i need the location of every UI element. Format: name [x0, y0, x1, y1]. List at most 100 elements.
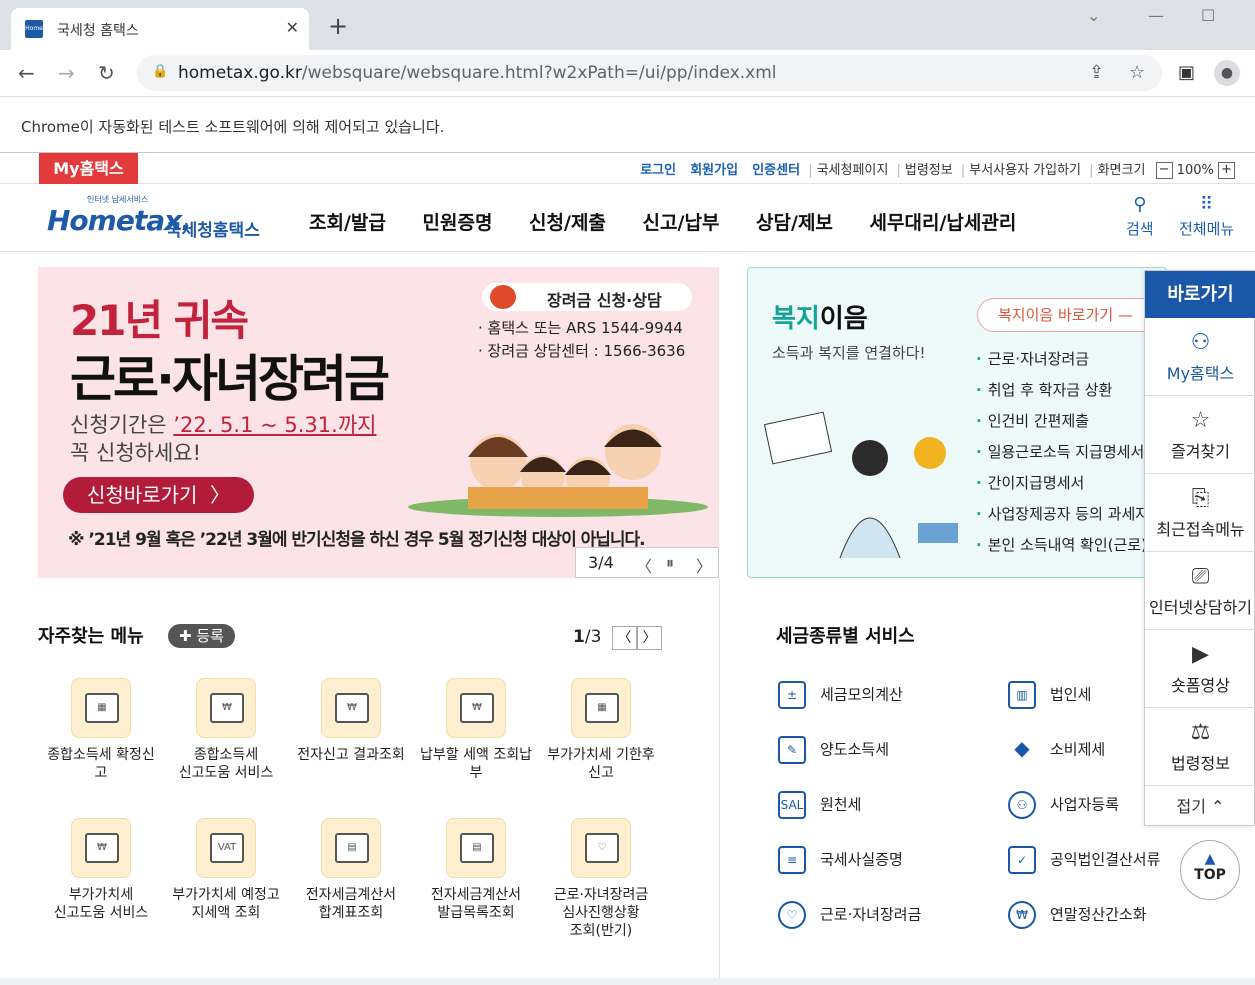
- quick-law[interactable]: ⚖ 법령정보: [1145, 708, 1255, 786]
- fold-button[interactable]: 접기 ⌃: [1145, 787, 1255, 827]
- new-tab-icon[interactable]: +: [328, 14, 348, 38]
- building-icon: ▥: [1008, 681, 1036, 709]
- gavel-icon: ⚖: [1190, 720, 1211, 745]
- hero-line2: 근로·자녀장려금: [70, 350, 390, 408]
- quick-favorites[interactable]: ☆ 즐겨찾기: [1145, 396, 1255, 474]
- quick-recent[interactable]: ⎘ 최근접속메뉴: [1145, 474, 1255, 552]
- tax-item-certificate[interactable]: ≡ 국세사실증명: [778, 846, 903, 874]
- gnb-item-report[interactable]: 신고/납부: [643, 212, 720, 234]
- quick-consult[interactable]: ⎚ 인터넷상담하기: [1145, 552, 1255, 630]
- welfare-item[interactable]: 본인 소득내역 확인(근로): [976, 534, 1163, 565]
- search-button[interactable]: ⚲ 검색: [1126, 194, 1154, 239]
- gnb-item-inquiry[interactable]: 조회/발급: [309, 212, 386, 234]
- lock-icon: 🔒: [152, 64, 169, 79]
- hero-carousel-controls: 3/4 〈 ⏸ 〉: [575, 547, 719, 578]
- gnb-item-agent[interactable]: 세무대리/납세관리: [870, 212, 1017, 234]
- favorite-prev-button[interactable]: 〈: [612, 626, 637, 650]
- welfare-item[interactable]: 인건비 간편제출: [976, 410, 1163, 441]
- fav-item-einvoice-list[interactable]: ▤ 전자세금계산서 발급목록조회: [413, 818, 539, 922]
- family-illustration: [408, 424, 708, 517]
- fav-item-tax-payment[interactable]: ₩ 납부할 세액 조회납 부: [413, 678, 539, 782]
- pause-icon[interactable]: ⏸: [666, 553, 674, 573]
- welfare-item[interactable]: 근로·자녀장려금: [976, 348, 1163, 379]
- zoom-in-button[interactable]: +: [1218, 162, 1235, 179]
- hero-counter: 3/4: [588, 553, 614, 572]
- monitor-icon: ⎚: [1191, 564, 1210, 589]
- fav-item-vat-estimate[interactable]: VAT 부가가치세 예정고 지세액 조회: [163, 818, 289, 922]
- register-button[interactable]: ✚ 등록: [168, 624, 235, 648]
- welfare-list: 근로·자녀장려금 취업 후 학자금 상환 인건비 간편제출 일용근로소득 지급명…: [976, 348, 1163, 565]
- nts-page-link[interactable]: 국세청페이지: [817, 163, 889, 178]
- heart-icon: ♡: [778, 901, 806, 929]
- fav-item-incentive-status[interactable]: ♡ 근로·자녀장려금 심사진행상황 조회(반기): [538, 818, 664, 940]
- all-menu-label: 전체메뉴: [1179, 220, 1235, 238]
- tax-item-corporate[interactable]: ▥ 법인세: [1008, 681, 1091, 709]
- zoom-out-button[interactable]: −: [1155, 162, 1173, 179]
- contact-title: 장려금 신청·상담: [547, 291, 662, 310]
- hometax-favicon-icon: Home: [25, 20, 43, 38]
- top-button[interactable]: ▲ TOP: [1180, 840, 1240, 900]
- prev-icon[interactable]: 〈: [636, 553, 652, 577]
- tax-item-incentive[interactable]: ♡ 근로·자녀장려금: [778, 901, 921, 929]
- my-hometax-tab[interactable]: My홈택스: [39, 153, 138, 184]
- login-link[interactable]: 로그인: [640, 163, 676, 178]
- welfare-item[interactable]: 간이지급명세서: [976, 472, 1163, 503]
- apply-shortcut-button[interactable]: 신청바로가기 〉: [63, 477, 254, 513]
- fav-item-vat-late-filing[interactable]: ▦ 부가가치세 기한후 신고: [538, 678, 664, 782]
- fav-item-e-filing-result[interactable]: ₩ 전자신고 결과조회: [288, 678, 414, 764]
- cert-center-link[interactable]: 인증센터: [752, 163, 800, 178]
- side-panel-icon[interactable]: ▣: [1178, 62, 1195, 83]
- forward-icon[interactable]: →: [58, 61, 75, 85]
- zoom-level: 100%: [1176, 163, 1214, 178]
- document-icon: ≡: [778, 846, 806, 874]
- gnb-item-consult[interactable]: 상담/제보: [756, 212, 833, 234]
- maximize-icon[interactable]: ☐: [1201, 6, 1215, 25]
- fav-item-einvoice-summary[interactable]: ▤ 전자세금계산서 합계표조회: [288, 818, 414, 922]
- tax-item-withholding[interactable]: SAL 원천세: [778, 791, 861, 819]
- screen-size-label: 화면크기: [1097, 163, 1146, 178]
- welfare-item[interactable]: 사업장제공자 등의 과세자료: [976, 503, 1163, 534]
- hero-banner[interactable]: 21년 귀속 근로·자녀장려금 신청기간은 ’22. 5.1 ~ 5.31.까지…: [38, 267, 719, 578]
- tax-item-year-end[interactable]: ₩ 연말정산간소화: [1008, 901, 1147, 929]
- share-icon[interactable]: ⇪: [1089, 62, 1104, 83]
- favorite-next-button[interactable]: 〉: [637, 626, 662, 650]
- search-label: 검색: [1126, 220, 1154, 238]
- tax-item-business-reg[interactable]: ⚇ 사업자등록: [1008, 791, 1119, 819]
- next-icon[interactable]: 〉: [696, 553, 712, 577]
- welfare-item[interactable]: 일용근로소득 지급명세서: [976, 441, 1163, 472]
- gnb-item-apply[interactable]: 신청/제출: [529, 212, 606, 234]
- tax-item-simulation[interactable]: ± 세금모의계산: [778, 681, 903, 709]
- reload-icon[interactable]: ↻: [98, 61, 115, 85]
- tab-search-icon[interactable]: ⌄: [1087, 6, 1100, 25]
- welfare-shortcut-button[interactable]: 복지이음 바로가기 —: [977, 298, 1166, 332]
- contact-box: 장려금 신청·상담: [482, 283, 692, 311]
- tax-item-transfer[interactable]: ✎ 양도소득세: [778, 736, 889, 764]
- all-menu-button[interactable]: ⠿ 전체메뉴: [1179, 194, 1234, 239]
- minimize-icon[interactable]: —: [1148, 6, 1164, 25]
- fav-item-income-tax-help[interactable]: ₩ 종합소득세 신고도움 서비스: [163, 678, 289, 782]
- tax-item-public-corp[interactable]: ✓ 공익법인결산서류: [1008, 846, 1160, 874]
- welfare-illustration: [763, 411, 958, 558]
- bookmark-star-icon[interactable]: ☆: [1129, 62, 1145, 83]
- quick-shortform[interactable]: ▶ 숏폼영상: [1145, 630, 1255, 708]
- infobar-text: Chrome이 자동화된 테스트 소프트웨어에 의해 제어되고 있습니다.: [21, 118, 445, 136]
- dept-signup-link[interactable]: 부서사용자 가입하기: [969, 163, 1081, 178]
- tax-item-consumption[interactable]: ◆ 소비제세: [1008, 736, 1105, 764]
- address-bar[interactable]: 🔒 hometax.go.kr/websquare/websquare.html…: [137, 55, 1162, 91]
- quick-menu: 바로가기 ⚇ My홈택스 ☆ 즐겨찾기 ⎘ 최근접속메뉴 ⎚ 인터넷상담하기 ▶ 숏폼영상…: [1144, 270, 1255, 826]
- welfare-item[interactable]: 취업 후 학자금 상환: [976, 379, 1163, 410]
- hero-note: ※ ’21년 9월 혹은 ’22년 3월에 반기신청을 하신 경우 5월 정기신…: [68, 530, 646, 550]
- signup-link[interactable]: 회원가입: [690, 163, 738, 178]
- browser-tab[interactable]: Home 국세청 홈택스 ✕: [11, 8, 309, 50]
- salary-doc-icon: SAL: [778, 791, 806, 819]
- gnb-item-certificate[interactable]: 민원증명: [423, 212, 493, 234]
- quick-my-hometax[interactable]: ⚇ My홈택스: [1145, 318, 1255, 396]
- hometax-logo[interactable]: 인터넷 납세서비스 Hometax. 국세청홈택스: [37, 192, 267, 244]
- law-info-link[interactable]: 법령정보: [905, 163, 953, 178]
- close-tab-icon[interactable]: ✕: [286, 18, 299, 37]
- contact-center: · 장려금 상담센터 : 1566-3636: [478, 342, 686, 360]
- fav-item-vat-help[interactable]: ₩ 부가가치세 신고도움 서비스: [38, 818, 164, 922]
- back-icon[interactable]: ←: [18, 61, 35, 85]
- fav-item-income-tax-final[interactable]: ▦ 종합소득세 확정신 고: [38, 678, 164, 782]
- profile-icon[interactable]: ●: [1214, 60, 1240, 86]
